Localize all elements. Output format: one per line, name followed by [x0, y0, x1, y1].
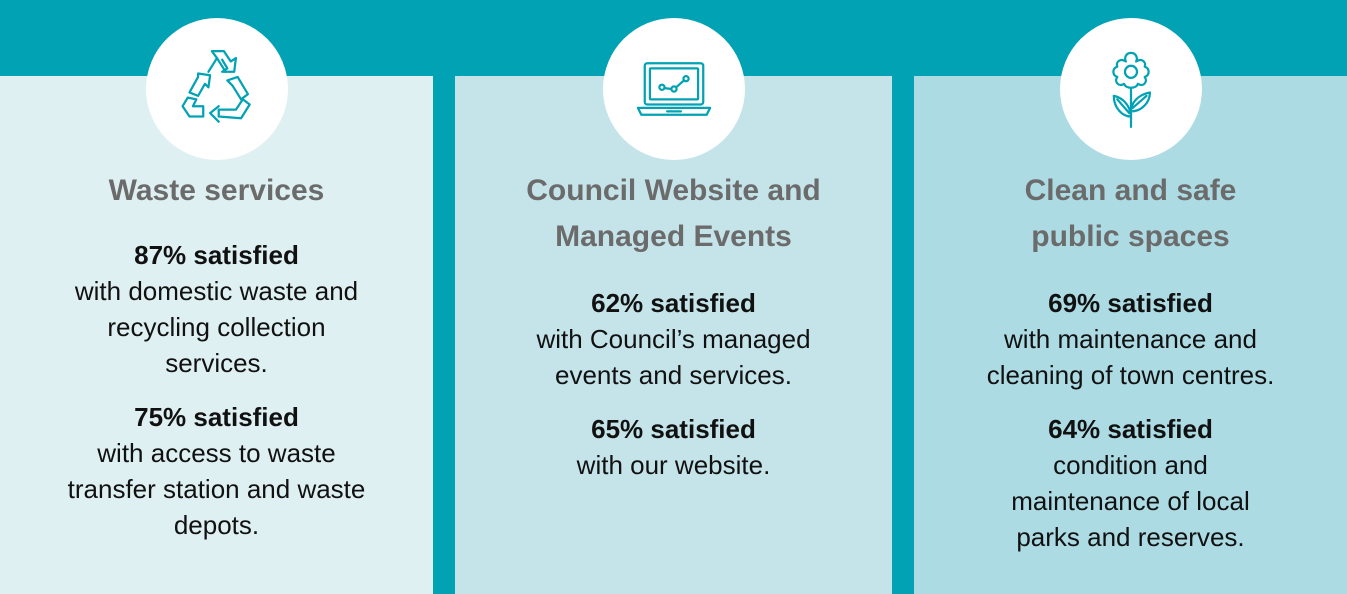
stat-description: with access to waste transfer station an…	[67, 438, 366, 540]
stat-description: condition and maintenance of local parks…	[1011, 450, 1250, 552]
stat-item: 69% satisfied with maintenance and clean…	[934, 285, 1327, 393]
stat-percentage: 64% satisfied	[1048, 414, 1213, 444]
stats-list: 87% satisfied with domestic waste and re…	[0, 237, 433, 561]
panel-title: Clean and safe public spaces	[1024, 174, 1237, 253]
stat-item: 64% satisfied condition and maintenance …	[934, 411, 1327, 555]
stat-percentage: 62% satisfied	[591, 288, 756, 318]
stat-item: 65% satisfied with our website.	[475, 411, 872, 483]
stat-item: 62% satisfied with Council’s managed eve…	[475, 285, 872, 393]
stat-percentage: 75% satisfied	[134, 402, 299, 432]
flower-icon	[1111, 51, 1151, 128]
panel-website-events: Council Website and Managed Events 62% s…	[455, 18, 892, 594]
panel-title: Waste services	[108, 174, 325, 207]
stat-percentage: 69% satisfied	[1048, 288, 1213, 318]
stats-list: 62% satisfied with Council’s managed eve…	[455, 285, 892, 501]
panel-waste-services: Waste services 87% satisfied with domest…	[0, 18, 433, 594]
stat-description: with maintenance and cleaning of town ce…	[986, 324, 1275, 390]
laptop-chart-icon-badge	[602, 18, 745, 160]
recycle-icon-badge	[145, 18, 288, 160]
recycle-icon	[180, 50, 251, 123]
flower-icon-badge	[1059, 18, 1202, 160]
stat-description: with domestic waste and recycling collec…	[74, 276, 359, 378]
stat-item: 87% satisfied with domestic waste and re…	[20, 237, 413, 381]
stat-description: with our website.	[576, 450, 771, 480]
laptop-chart-icon	[636, 62, 711, 116]
stat-percentage: 87% satisfied	[134, 240, 299, 270]
panel-title: Council Website and Managed Events	[526, 174, 821, 253]
stat-item: 75% satisfied with access to waste trans…	[20, 399, 413, 543]
stats-list: 69% satisfied with maintenance and clean…	[914, 285, 1347, 573]
stat-description: with Council’s managed events and servic…	[536, 324, 811, 390]
panel-public-spaces: Clean and safe public spaces 69% satisfi…	[914, 18, 1347, 594]
stat-percentage: 65% satisfied	[591, 414, 756, 444]
